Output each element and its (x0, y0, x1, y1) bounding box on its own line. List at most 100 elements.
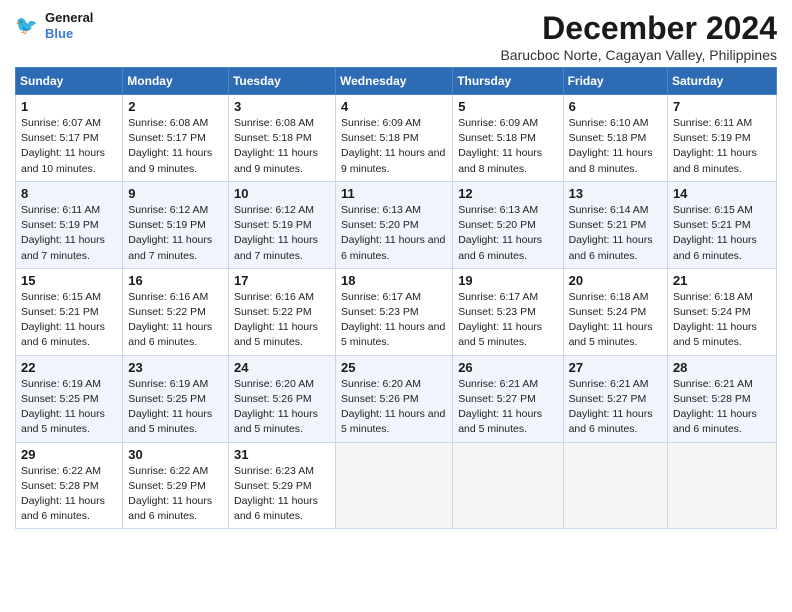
calendar-cell: 5 Sunrise: 6:09 AMSunset: 5:18 PMDaylight… (453, 95, 563, 182)
day-info: Sunrise: 6:23 AMSunset: 5:29 PMDaylight:… (234, 465, 318, 523)
col-sunday: Sunday (16, 68, 123, 95)
day-number: 5 (458, 99, 557, 114)
calendar-week-row: 8Sunrise: 6:11 AMSunset: 5:19 PMDaylight… (16, 181, 777, 268)
day-number: 9 (128, 186, 223, 201)
day-info: Sunrise: 6:13 AMSunset: 5:20 PMDaylight:… (458, 204, 542, 262)
calendar-week-row: 15Sunrise: 6:15 AMSunset: 5:21 PMDayligh… (16, 268, 777, 355)
subtitle: Barucboc Norte, Cagayan Valley, Philippi… (500, 47, 777, 63)
page-header: 🐦 General Blue December 2024 Barucboc No… (15, 10, 777, 63)
day-number: 6 (569, 99, 662, 114)
calendar-cell (563, 442, 667, 529)
day-number: 25 (341, 360, 447, 375)
day-number: 3 (234, 99, 330, 114)
day-info: Sunrise: 6:18 AMSunset: 5:24 PMDaylight:… (673, 291, 757, 349)
day-number: 22 (21, 360, 117, 375)
calendar-cell: 6 Sunrise: 6:10 AMSunset: 5:18 PMDaylight… (563, 95, 667, 182)
calendar-table: Sunday Monday Tuesday Wednesday Thursday… (15, 67, 777, 529)
day-number: 15 (21, 273, 117, 288)
day-number: 8 (21, 186, 117, 201)
day-info: Sunrise: 6:08 AMSunset: 5:17 PMDaylight:… (128, 117, 212, 175)
calendar-cell: 16Sunrise: 6:16 AMSunset: 5:22 PMDayligh… (123, 268, 229, 355)
day-number: 4 (341, 99, 447, 114)
calendar-week-row: 29Sunrise: 6:22 AMSunset: 5:28 PMDayligh… (16, 442, 777, 529)
col-saturday: Saturday (667, 68, 776, 95)
calendar-cell: 20 Sunrise: 6:18 AMSunset: 5:24 PMDayligh… (563, 268, 667, 355)
calendar-cell: 22Sunrise: 6:19 AMSunset: 5:25 PMDayligh… (16, 355, 123, 442)
day-number: 1 (21, 99, 117, 114)
calendar-cell: 13Sunrise: 6:14 AMSunset: 5:21 PMDayligh… (563, 181, 667, 268)
day-number: 30 (128, 447, 223, 462)
day-info: Sunrise: 6:18 AMSunset: 5:24 PMDaylight:… (569, 291, 653, 349)
day-number: 31 (234, 447, 330, 462)
day-number: 10 (234, 186, 330, 201)
calendar-cell: 9 Sunrise: 6:12 AMSunset: 5:19 PMDaylight… (123, 181, 229, 268)
calendar-cell: 2 Sunrise: 6:08 AMSunset: 5:17 PMDaylight… (123, 95, 229, 182)
calendar-cell: 15Sunrise: 6:15 AMSunset: 5:21 PMDayligh… (16, 268, 123, 355)
calendar-week-row: 22 Sunrise: 6:19 AMSunset: 5:25 PMDayligh… (16, 355, 777, 442)
calendar-cell: 4 Sunrise: 6:09 AMSunset: 5:18 PMDaylight… (336, 95, 453, 182)
day-number: 18 (341, 273, 447, 288)
day-number: 14 (673, 186, 771, 201)
calendar-cell: 14 Sunrise: 6:15 AMSunset: 5:21 PMDayligh… (667, 181, 776, 268)
day-info: Sunrise: 6:12 AMSunset: 5:19 PMDaylight:… (128, 204, 212, 262)
day-number: 20 (569, 273, 662, 288)
day-info: Sunrise: 6:15 AMSunset: 5:21 PMDaylight:… (673, 204, 757, 262)
day-number: 19 (458, 273, 557, 288)
day-info: Sunrise: 6:22 AMSunset: 5:28 PMDaylight:… (21, 465, 105, 523)
calendar-cell: 23 Sunrise: 6:19 AMSunset: 5:25 PMDayligh… (123, 355, 229, 442)
day-info: Sunrise: 6:14 AMSunset: 5:21 PMDaylight:… (569, 204, 653, 262)
day-info: Sunrise: 6:19 AMSunset: 5:25 PMDaylight:… (128, 378, 212, 436)
day-info: Sunrise: 6:17 AMSunset: 5:23 PMDaylight:… (458, 291, 542, 349)
calendar-cell: 11Sunrise: 6:13 AMSunset: 5:20 PMDayligh… (336, 181, 453, 268)
calendar-cell: 17Sunrise: 6:16 AMSunset: 5:22 PMDayligh… (228, 268, 335, 355)
day-info: Sunrise: 6:16 AMSunset: 5:22 PMDaylight:… (128, 291, 212, 349)
day-info: Sunrise: 6:21 AMSunset: 5:27 PMDaylight:… (569, 378, 653, 436)
month-title: December 2024 (500, 10, 777, 47)
day-number: 7 (673, 99, 771, 114)
day-info: Sunrise: 6:21 AMSunset: 5:27 PMDaylight:… (458, 378, 542, 436)
day-info: Sunrise: 6:22 AMSunset: 5:29 PMDaylight:… (128, 465, 212, 523)
calendar-cell: 3 Sunrise: 6:08 AMSunset: 5:18 PMDaylight… (228, 95, 335, 182)
day-info: Sunrise: 6:09 AMSunset: 5:18 PMDaylight:… (458, 117, 542, 175)
calendar-cell (336, 442, 453, 529)
day-info: Sunrise: 6:08 AMSunset: 5:18 PMDaylight:… (234, 117, 318, 175)
title-block: December 2024 Barucboc Norte, Cagayan Va… (500, 10, 777, 63)
calendar-cell: 8Sunrise: 6:11 AMSunset: 5:19 PMDaylight… (16, 181, 123, 268)
day-info: Sunrise: 6:20 AMSunset: 5:26 PMDaylight:… (341, 378, 445, 436)
calendar-cell: 31 Sunrise: 6:23 AMSunset: 5:29 PMDayligh… (228, 442, 335, 529)
day-number: 2 (128, 99, 223, 114)
calendar-cell: 19 Sunrise: 6:17 AMSunset: 5:23 PMDayligh… (453, 268, 563, 355)
calendar-cell: 21Sunrise: 6:18 AMSunset: 5:24 PMDayligh… (667, 268, 776, 355)
calendar-cell: 28 Sunrise: 6:21 AMSunset: 5:28 PMDayligh… (667, 355, 776, 442)
day-number: 27 (569, 360, 662, 375)
col-monday: Monday (123, 68, 229, 95)
calendar-cell (667, 442, 776, 529)
day-info: Sunrise: 6:07 AMSunset: 5:17 PMDaylight:… (21, 117, 105, 175)
day-number: 28 (673, 360, 771, 375)
day-info: Sunrise: 6:09 AMSunset: 5:18 PMDaylight:… (341, 117, 445, 175)
svg-text:🐦: 🐦 (15, 15, 38, 35)
calendar-cell: 25 Sunrise: 6:20 AMSunset: 5:26 PMDayligh… (336, 355, 453, 442)
day-number: 11 (341, 186, 447, 201)
day-info: Sunrise: 6:17 AMSunset: 5:23 PMDaylight:… (341, 291, 445, 349)
day-info: Sunrise: 6:11 AMSunset: 5:19 PMDaylight:… (673, 117, 757, 175)
header-row: Sunday Monday Tuesday Wednesday Thursday… (16, 68, 777, 95)
calendar-cell: 24Sunrise: 6:20 AMSunset: 5:26 PMDayligh… (228, 355, 335, 442)
day-number: 23 (128, 360, 223, 375)
col-tuesday: Tuesday (228, 68, 335, 95)
day-info: Sunrise: 6:10 AMSunset: 5:18 PMDaylight:… (569, 117, 653, 175)
day-info: Sunrise: 6:16 AMSunset: 5:22 PMDaylight:… (234, 291, 318, 349)
calendar-cell: 1 Sunrise: 6:07 AMSunset: 5:17 PMDaylight… (16, 95, 123, 182)
col-wednesday: Wednesday (336, 68, 453, 95)
calendar-week-row: 1 Sunrise: 6:07 AMSunset: 5:17 PMDaylight… (16, 95, 777, 182)
day-number: 24 (234, 360, 330, 375)
calendar-cell: 29Sunrise: 6:22 AMSunset: 5:28 PMDayligh… (16, 442, 123, 529)
day-number: 26 (458, 360, 557, 375)
day-info: Sunrise: 6:21 AMSunset: 5:28 PMDaylight:… (673, 378, 757, 436)
calendar-cell (453, 442, 563, 529)
calendar-cell: 18 Sunrise: 6:17 AMSunset: 5:23 PMDayligh… (336, 268, 453, 355)
logo: 🐦 General Blue (15, 10, 93, 41)
day-number: 12 (458, 186, 557, 201)
logo-text: General Blue (45, 10, 93, 41)
col-friday: Friday (563, 68, 667, 95)
